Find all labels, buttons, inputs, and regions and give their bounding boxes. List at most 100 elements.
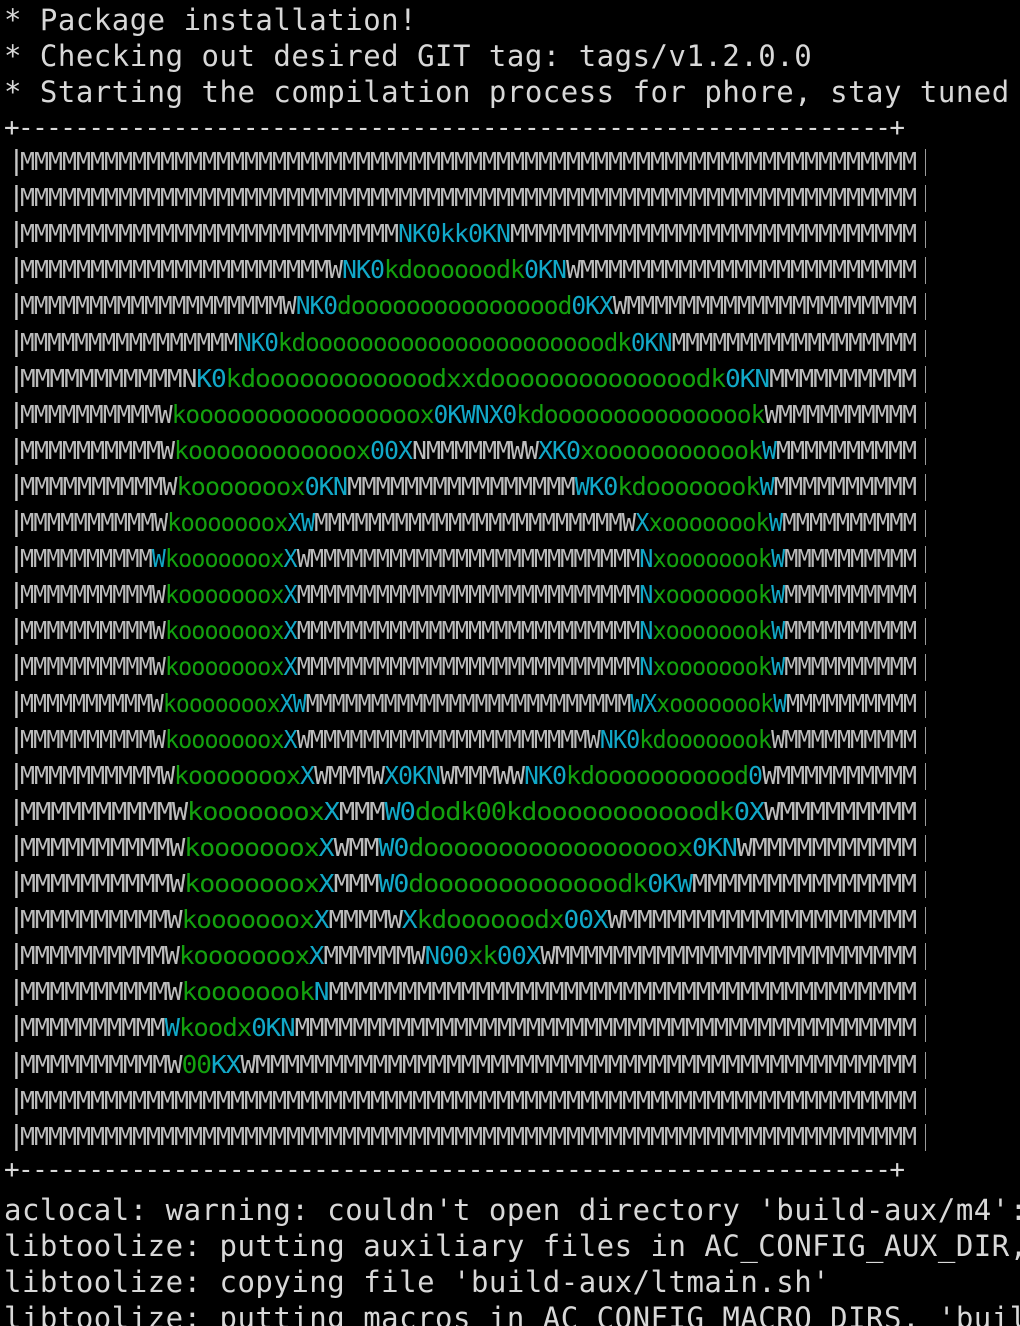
art-row-right-border: | bbox=[918, 1012, 926, 1042]
art-row-segment: kooooooox bbox=[173, 760, 301, 790]
art-row-segment: kdoooooodx bbox=[416, 905, 565, 935]
art-row-segment: X bbox=[283, 724, 298, 754]
art-row-segment: MMMMMMMMMMMN bbox=[20, 363, 197, 393]
art-row-segment: xoooooook bbox=[652, 616, 772, 646]
art-row-segment: X bbox=[309, 941, 324, 971]
art-row-segment: WMMMMMMMMMMMMMMMMMMMMM bbox=[612, 291, 916, 321]
art-row-segment: NK0 bbox=[295, 291, 338, 321]
art-row-right-border: | bbox=[918, 1049, 926, 1079]
art-row-segment: W bbox=[164, 1013, 180, 1043]
art-row-segment: KX bbox=[210, 1049, 241, 1079]
art-row-right-border: | bbox=[918, 182, 926, 212]
art-row-segment: MMMMMMMMMM bbox=[784, 652, 916, 682]
art-row-left-border: | bbox=[8, 579, 25, 610]
art-row-segment: xoooooooooook bbox=[579, 435, 763, 465]
art-row-left-border: | bbox=[8, 1084, 25, 1115]
art-row-left-border: | bbox=[8, 434, 25, 465]
art-row-segment: W bbox=[771, 652, 785, 682]
art-row-segment: 0KN bbox=[725, 363, 770, 393]
art-row: | MMMMMMMMMMMMMMMMMMMMMMMMMMMMMMMMMMMMMMM… bbox=[8, 182, 926, 212]
art-row-segment: MMMMMMMMMMW bbox=[20, 941, 180, 971]
log-line-1: aclocal: warning: couldn't open director… bbox=[4, 1193, 1020, 1227]
art-row-segment: X bbox=[283, 652, 298, 682]
art-row-segment: MMMMMMMMMMW bbox=[20, 435, 175, 465]
art-row-segment: W bbox=[771, 616, 785, 646]
art-row-segment: MMMMW bbox=[328, 905, 402, 935]
art-row-right-border: | bbox=[918, 543, 926, 573]
art-row-segment: X bbox=[323, 796, 340, 826]
art-row-segment: koooooook bbox=[181, 977, 315, 1007]
art-row-right-border: | bbox=[918, 327, 926, 357]
art-row-segment: kooooooox bbox=[178, 941, 310, 971]
art-row-segment: W bbox=[771, 544, 785, 574]
art-row: | MMMMMMMMMMWkoooooooxXMMMW0dodk00kdooooo… bbox=[8, 796, 926, 826]
art-row-left-border: | bbox=[8, 687, 25, 718]
art-row-left-border: | bbox=[8, 290, 25, 321]
art-row-right-border: | bbox=[918, 1085, 926, 1115]
art-border-bottom: +---------------------------------------… bbox=[4, 1155, 905, 1185]
art-row-segment: xoooooook bbox=[652, 544, 772, 574]
art-row-segment: N bbox=[639, 616, 653, 646]
art-row-segment: MMMMMMMMMMMMMMMMMMMMMMMW bbox=[314, 508, 636, 537]
art-row-right-border: | bbox=[918, 254, 926, 284]
art-row-segment: dooooooooooooooooox bbox=[408, 832, 693, 862]
art-row-right-border: | bbox=[918, 471, 926, 501]
art-row-segment: X bbox=[283, 580, 298, 610]
art-row-segment: 0KN bbox=[523, 255, 567, 285]
art-row-segment: W bbox=[761, 435, 777, 465]
art-row-right-border: | bbox=[918, 868, 926, 898]
art-row: | MMMMMMMMMMWkoooooooxXWMMW0doooooooooooo… bbox=[8, 832, 926, 862]
art-row-segment: MMMMMMMMMMMMMMMMMMMMMMMMMM bbox=[296, 580, 641, 610]
art-row-segment: W bbox=[771, 580, 785, 610]
art-row-right-border: | bbox=[918, 218, 926, 248]
art-row-segment: kdooooooooood bbox=[565, 760, 749, 790]
art-row: | MMMMMMMMMMWkoooooooooooox00XNMMMMMMWWXK… bbox=[8, 435, 926, 465]
art-row-left-border: | bbox=[8, 759, 25, 790]
art-row-left-border: | bbox=[8, 831, 25, 862]
art-row-segment: X0KN bbox=[383, 760, 441, 790]
art-row-segment: xoooooook bbox=[648, 508, 770, 537]
art-row: | MMMMMMMMMMWkoooooooxXMMMW0doooooooooooo… bbox=[8, 868, 926, 898]
art-row-right-border: | bbox=[918, 290, 926, 320]
art-row-segment: MMMMMMMMMMMMMMMMMMMMMMMMMMM bbox=[20, 219, 399, 249]
art-row-segment: kooooooox bbox=[167, 508, 288, 537]
art-row: | MMMMMMMMMMMMMMMMMMMWNK0dooooooooooooooo… bbox=[8, 290, 926, 320]
art-row-left-border: | bbox=[8, 218, 25, 249]
art-row: | MMMMMMMMMMWkooooooox0KNMMMMMMMMMMMMMMMM… bbox=[8, 471, 926, 501]
art-row-segment: MMMMMMMMMMW bbox=[20, 796, 188, 826]
art-row-segment: MMMMMMMMMMW bbox=[20, 508, 168, 537]
art-row-segment: WMMMWW bbox=[439, 760, 525, 790]
art-row-segment: X bbox=[318, 832, 335, 862]
art-row-right-border: | bbox=[918, 760, 926, 790]
art-row-segment: WMMMW bbox=[313, 760, 385, 790]
art-row-segment: MMMMMMMMMMMMMMMMMMMMMMMMMM bbox=[296, 652, 641, 682]
art-row-segment: koodx bbox=[178, 1013, 252, 1043]
art-row-segment: MMMMMMMMMMW bbox=[20, 977, 183, 1007]
log-line-3: libtoolize: copying file 'build-aux/ltma… bbox=[4, 1265, 831, 1299]
art-row-segment: MMMMMMMMMMMMMMMMMMMMMMMMMMMMM bbox=[509, 219, 916, 249]
art-row-right-border: | bbox=[918, 1121, 926, 1151]
terminal-window[interactable]: * Package installation! * Checking out d… bbox=[0, 0, 1020, 1326]
art-row-segment: WMM bbox=[333, 832, 380, 862]
art-row: | MMMMMMMMMMMMMMMMMMMMMMMMMMMMMMMMMMMMMMM… bbox=[8, 1085, 926, 1115]
art-row-segment: dooooooooooooodk bbox=[408, 869, 648, 898]
art-row-segment: xk bbox=[467, 941, 498, 971]
art-row-segment: 0KN bbox=[251, 1013, 295, 1043]
art-row-segment: WK0 bbox=[574, 471, 619, 501]
art-row-left-border: | bbox=[8, 904, 25, 935]
art-row-segment: 0KWNX0 bbox=[433, 399, 518, 429]
art-row-segment: MMMMMMMMMMMMMMMMMMMMMMMMMMMMMMMMMMMMMMMM… bbox=[20, 147, 916, 176]
art-row-segment: MMMMMMMMMMMMMMMMMMMMMMMMMMMMMMMMMMMMMMMM… bbox=[20, 183, 916, 213]
art-row-segment: X bbox=[318, 869, 335, 898]
art-row: | MMMMMMMMMMWkoodx0KNMMMMMMMMMMMMMMMMMMMM… bbox=[8, 1012, 926, 1042]
art-row-segment: WMMMMMMMMMMMMMMMMMMMMMMMMM bbox=[296, 544, 641, 574]
art-row-segment: koooooooooooox bbox=[174, 435, 371, 465]
art-row-segment: kooooooox bbox=[164, 580, 285, 610]
art-row-left-border: | bbox=[8, 146, 25, 176]
art-row-segment: W bbox=[768, 508, 783, 537]
art-row: | MMMMMMMMMMMMMMMMMMMMMMMMMMMMMMMMMMMMMMM… bbox=[8, 1121, 926, 1151]
art-row-segment: W0 bbox=[384, 796, 415, 826]
art-row-segment: MMMMMMMMMMMMMMMMMMMMMMMMM bbox=[305, 688, 632, 718]
art-row-segment: MMMMMMMMMM bbox=[786, 688, 916, 718]
art-row-right-border: | bbox=[918, 579, 926, 609]
